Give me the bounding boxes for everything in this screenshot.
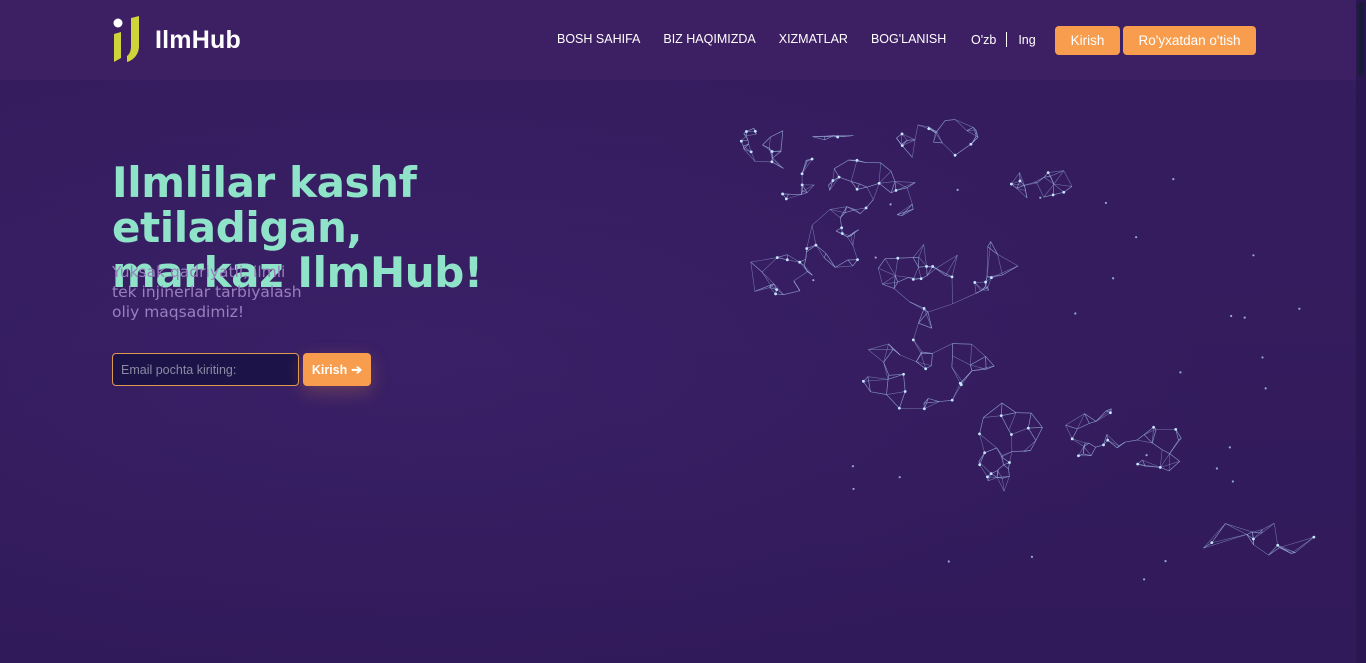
runner-mesh-dots: [739, 127, 1316, 581]
email-submit-button[interactable]: Kirish ➔: [303, 353, 371, 386]
lang-divider: [1006, 32, 1008, 47]
logo[interactable]: IlmHub: [112, 16, 241, 64]
scrollbar[interactable]: [1356, 0, 1366, 663]
site-header: IlmHub BOSH SAHIFA BIZ HAQIMIZDA XIZMATL…: [0, 0, 1356, 80]
nav-item-services[interactable]: XIZMATLAR: [779, 32, 848, 46]
nav-item-contact[interactable]: BOG'LANISH: [871, 32, 946, 46]
lang-uzbek[interactable]: O'zb: [971, 33, 996, 47]
logo-text: IlmHub: [155, 25, 241, 54]
login-button[interactable]: Kirish: [1055, 26, 1120, 55]
nav-item-home[interactable]: BOSH SAHIFA: [557, 32, 640, 46]
hero-title-line1: Ilmlilar kashf etiladigan,: [112, 158, 417, 252]
runner-mesh-lines: [741, 119, 1315, 556]
lang-english[interactable]: Ing: [1018, 33, 1035, 47]
arrow-right-icon: ➔: [351, 361, 363, 377]
logo-mark-icon: [113, 16, 139, 62]
hero-subtitle: Yuksak qadriyatli, ilmli tek injinerlar …: [112, 263, 302, 321]
scrollbar-thumb[interactable]: [1358, 2, 1364, 76]
nav-item-about[interactable]: BIZ HAQIMIZDA: [663, 32, 755, 46]
register-button[interactable]: Ro'yxatdan o'tish: [1123, 26, 1256, 55]
email-submit-label: Kirish: [311, 362, 348, 377]
email-input[interactable]: [112, 353, 299, 386]
language-switcher: O'zb Ing: [971, 32, 1036, 47]
main-nav: BOSH SAHIFA BIZ HAQIMIZDA XIZMATLAR BOG'…: [557, 32, 969, 46]
wireframe-runner-illustration: [739, 119, 1316, 581]
